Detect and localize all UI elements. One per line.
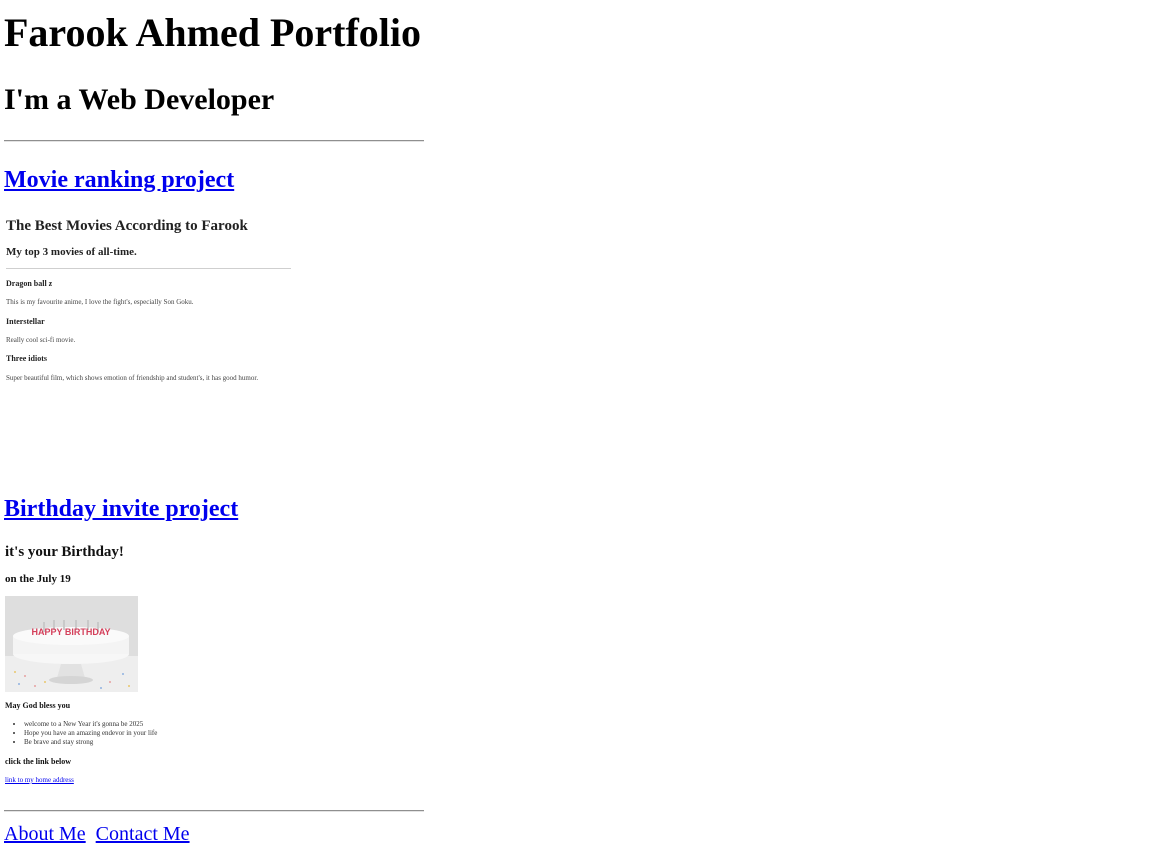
movie-description: Really cool sci-fi movie. [6, 336, 76, 344]
movie-name: Three idiots [6, 354, 47, 363]
movie-name: Dragon ball z [6, 279, 53, 288]
birthday-preview-title: it's your Birthday! [5, 544, 124, 560]
top-divider [4, 140, 424, 142]
movie-project-preview: The Best Movies According to Farook My t… [4, 212, 304, 472]
birthday-cake-image: HAPPY BIRTHDAY [5, 596, 138, 692]
movie-preview-subtitle: My top 3 movies of all-time. [6, 246, 137, 258]
site-subtitle: I'm a Web Developer [4, 83, 275, 116]
birthday-project-link[interactable]: Birthday invite project [4, 495, 238, 523]
birthday-click-prompt: click the link below [5, 757, 72, 766]
list-item: Be brave and stay strong [24, 738, 157, 747]
home-address-link[interactable]: link to my home address [5, 776, 74, 784]
cake-lettering: HAPPY BIRTHDAY [31, 627, 110, 637]
movie-preview-divider [6, 268, 291, 269]
movie-name: Interstellar [6, 317, 45, 326]
list-item: welcome to a New Year it's gonna be 2025 [24, 720, 157, 729]
movie-description: Super beautiful film, which shows emotio… [6, 374, 259, 382]
movie-project-link[interactable]: Movie ranking project [4, 166, 234, 194]
birthday-wishes-list: welcome to a New Year it's gonna be 2025… [24, 720, 157, 747]
birthday-blessing: May God bless you [5, 701, 71, 710]
movie-description: This is my favourite anime, I love the f… [6, 298, 194, 306]
cake-illustration: HAPPY BIRTHDAY [5, 596, 138, 692]
footer-nav: About Me Contact Me [4, 822, 195, 846]
birthday-preview-date: on the July 19 [5, 573, 71, 585]
list-item: Hope you have an amazing endevor in your… [24, 729, 157, 738]
contact-me-link[interactable]: Contact Me [96, 823, 190, 845]
movie-preview-title: The Best Movies According to Farook [6, 218, 248, 234]
site-title: Farook Ahmed Portfolio [4, 10, 422, 55]
about-me-link[interactable]: About Me [4, 823, 86, 845]
bottom-divider [4, 810, 424, 812]
